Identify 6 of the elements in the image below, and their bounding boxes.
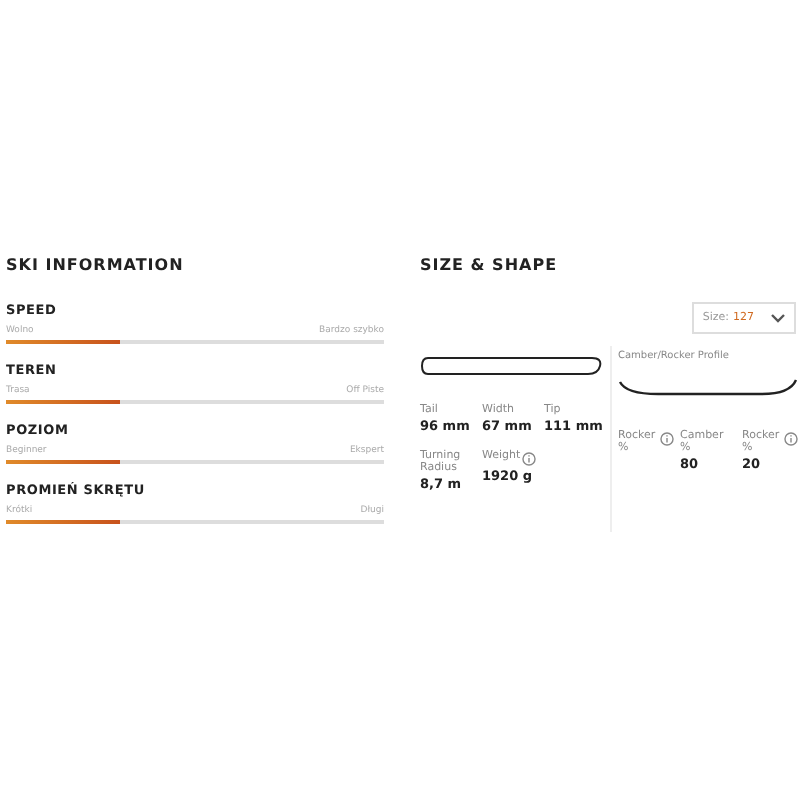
section-title: SKI INFORMATION <box>6 256 186 274</box>
chevron-down-icon <box>770 312 786 324</box>
section-title: SIZE & SHAPE <box>420 256 560 274</box>
info-icon[interactable] <box>522 452 537 466</box>
info-icon[interactable] <box>784 432 798 446</box>
info-icon[interactable] <box>660 432 674 446</box>
